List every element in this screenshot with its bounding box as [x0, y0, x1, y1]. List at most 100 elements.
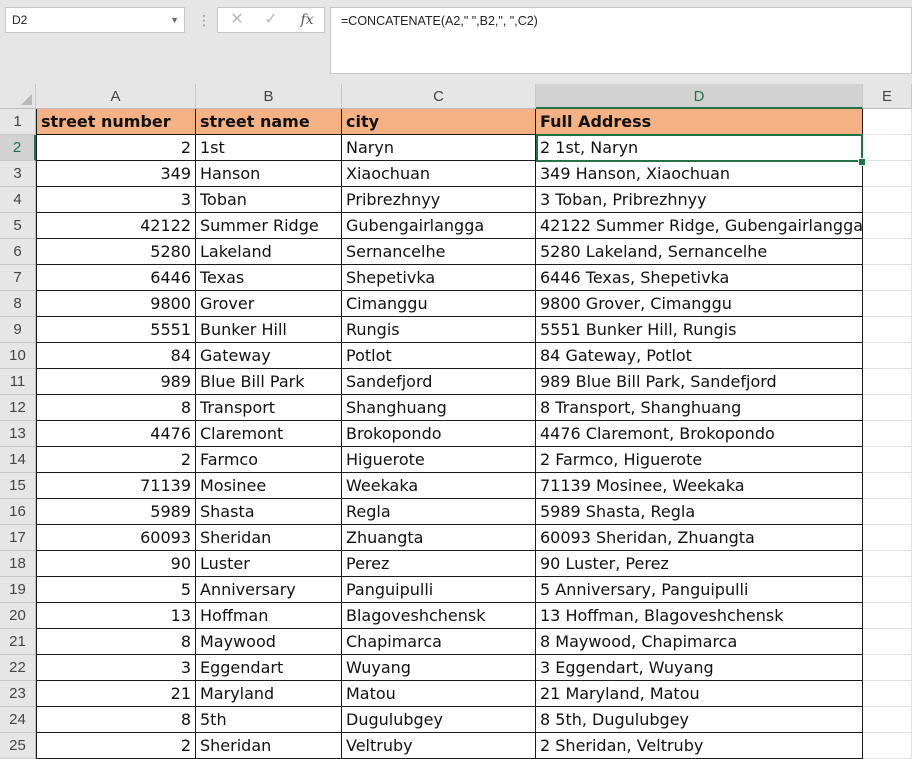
table-cell-empty[interactable] [863, 395, 912, 421]
table-cell-empty[interactable] [863, 291, 912, 317]
table-cell[interactable]: Summer Ridge [196, 213, 342, 239]
table-cell[interactable]: 8 Transport, Shanghuang [536, 395, 863, 421]
row-header[interactable]: 9 [0, 317, 36, 343]
table-cell[interactable]: Potlot [342, 343, 536, 369]
column-header-a[interactable]: A [36, 84, 196, 109]
table-cell[interactable]: 13 Hoffman, Blagoveshchensk [536, 603, 863, 629]
table-cell[interactable]: 2 [36, 447, 196, 473]
table-cell-empty[interactable] [863, 447, 912, 473]
table-cell-empty[interactable] [863, 187, 912, 213]
row-header-1[interactable]: 1 [0, 109, 36, 135]
table-cell[interactable]: Hanson [196, 161, 342, 187]
table-cell[interactable]: Luster [196, 551, 342, 577]
table-cell[interactable]: 60093 [36, 525, 196, 551]
table-cell[interactable]: Sheridan [196, 525, 342, 551]
table-cell[interactable]: Regla [342, 499, 536, 525]
table-cell-empty[interactable] [863, 317, 912, 343]
table-cell[interactable]: 60093 Sheridan, Zhuangta [536, 525, 863, 551]
table-cell-empty[interactable] [863, 655, 912, 681]
chevron-down-icon[interactable]: ▼ [170, 8, 179, 32]
row-header[interactable]: 22 [0, 655, 36, 681]
table-cell[interactable]: Grover [196, 291, 342, 317]
table-cell[interactable]: 4476 [36, 421, 196, 447]
table-cell[interactable]: 71139 Mosinee, Weekaka [536, 473, 863, 499]
table-cell[interactable]: 3 [36, 187, 196, 213]
table-cell-empty[interactable] [863, 733, 912, 759]
table-cell[interactable]: 6446 [36, 265, 196, 291]
row-header[interactable]: 16 [0, 499, 36, 525]
row-header[interactable]: 20 [0, 603, 36, 629]
table-cell-empty[interactable] [863, 239, 912, 265]
table-cell[interactable]: 6446 Texas, Shepetivka [536, 265, 863, 291]
table-cell[interactable]: 8 Maywood, Chapimarca [536, 629, 863, 655]
row-header[interactable]: 25 [0, 733, 36, 759]
row-header[interactable]: 23 [0, 681, 36, 707]
table-cell[interactable]: Shanghuang [342, 395, 536, 421]
table-cell-empty[interactable] [863, 551, 912, 577]
cell-e1[interactable] [863, 109, 912, 135]
table-cell[interactable]: Lakeland [196, 239, 342, 265]
row-header[interactable]: 21 [0, 629, 36, 655]
table-cell[interactable]: 42122 [36, 213, 196, 239]
table-cell[interactable]: Sernancelhe [342, 239, 536, 265]
select-all-corner[interactable] [0, 84, 36, 109]
table-cell[interactable]: Mosinee [196, 473, 342, 499]
table-cell[interactable]: 4476 Claremont, Brokopondo [536, 421, 863, 447]
table-cell[interactable]: Blagoveshchensk [342, 603, 536, 629]
table-cell[interactable]: Panguipulli [342, 577, 536, 603]
table-cell-empty[interactable] [863, 421, 912, 447]
row-header[interactable]: 12 [0, 395, 36, 421]
table-cell-empty[interactable] [863, 603, 912, 629]
table-cell[interactable]: Gateway [196, 343, 342, 369]
table-cell[interactable]: 349 [36, 161, 196, 187]
insert-function-icon[interactable]: fx [292, 8, 322, 32]
table-cell[interactable]: Cimanggu [342, 291, 536, 317]
table-cell[interactable]: 5 [36, 577, 196, 603]
table-cell[interactable]: 2 [36, 135, 196, 161]
table-cell[interactable]: 42122 Summer Ridge, Gubengairlangga [536, 213, 863, 239]
column-header-c[interactable]: C [342, 84, 536, 109]
table-cell[interactable]: Toban [196, 187, 342, 213]
table-cell[interactable]: 349 Hanson, Xiaochuan [536, 161, 863, 187]
table-cell[interactable]: Gubengairlangga [342, 213, 536, 239]
table-cell[interactable]: Anniversary [196, 577, 342, 603]
table-cell[interactable]: 2 [36, 733, 196, 759]
table-cell[interactable]: Xiaochuan [342, 161, 536, 187]
table-cell[interactable]: 84 Gateway, Potlot [536, 343, 863, 369]
table-cell-empty[interactable] [863, 265, 912, 291]
column-header-d[interactable]: D [536, 84, 863, 109]
table-cell[interactable]: 5280 Lakeland, Sernancelhe [536, 239, 863, 265]
table-cell[interactable]: 5989 Shasta, Regla [536, 499, 863, 525]
table-cell[interactable]: 21 Maryland, Matou [536, 681, 863, 707]
table-cell[interactable]: 21 [36, 681, 196, 707]
table-cell[interactable]: 5 Anniversary, Panguipulli [536, 577, 863, 603]
table-cell-empty[interactable] [863, 473, 912, 499]
table-cell[interactable]: 8 [36, 629, 196, 655]
table-cell[interactable]: Maywood [196, 629, 342, 655]
table-cell[interactable]: 2 Sheridan, Veltruby [536, 733, 863, 759]
row-header[interactable]: 6 [0, 239, 36, 265]
table-cell[interactable]: 3 Eggendart, Wuyang [536, 655, 863, 681]
table-cell[interactable]: 8 [36, 395, 196, 421]
table-cell[interactable]: Eggendart [196, 655, 342, 681]
row-header[interactable]: 18 [0, 551, 36, 577]
row-header[interactable]: 8 [0, 291, 36, 317]
table-cell[interactable]: Zhuangta [342, 525, 536, 551]
table-cell[interactable]: 5th [196, 707, 342, 733]
header-cell-3[interactable]: city [342, 109, 536, 135]
table-cell[interactable]: 3 [36, 655, 196, 681]
table-cell[interactable]: 13 [36, 603, 196, 629]
table-cell[interactable]: 2 Farmco, Higuerote [536, 447, 863, 473]
row-header[interactable]: 7 [0, 265, 36, 291]
cancel-icon[interactable]: ✕ [222, 8, 252, 32]
table-cell[interactable]: 1st [196, 135, 342, 161]
table-cell[interactable]: 9800 [36, 291, 196, 317]
table-cell[interactable]: Dugulubgey [342, 707, 536, 733]
column-header-e[interactable]: E [863, 84, 912, 109]
table-cell-empty[interactable] [863, 161, 912, 187]
table-cell[interactable]: Blue Bill Park [196, 369, 342, 395]
table-cell-empty[interactable] [863, 499, 912, 525]
row-header[interactable]: 2 [0, 135, 36, 161]
table-cell[interactable]: 8 5th, Dugulubgey [536, 707, 863, 733]
row-header[interactable]: 15 [0, 473, 36, 499]
